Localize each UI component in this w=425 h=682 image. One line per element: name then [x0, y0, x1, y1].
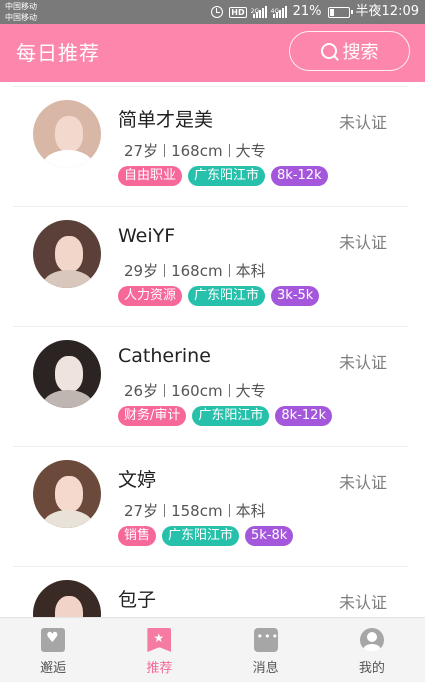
user-card[interactable]: 包子 未认证 — [0, 567, 425, 617]
verification-status: 未认证 — [339, 473, 388, 492]
user-name: WeiYF — [118, 225, 176, 247]
user-age: 27岁 — [124, 502, 159, 520]
location-tag: 广东阳江市 — [188, 286, 266, 306]
user-info: 26岁 160cm 大专 — [124, 380, 266, 401]
location-tag: 广东阳江市 — [192, 406, 270, 426]
user-age: 29岁 — [124, 262, 159, 280]
tag-list: 人力资源 广东阳江市 3k-5k — [118, 286, 320, 306]
nav-item-meet[interactable]: 邂逅 — [0, 618, 106, 682]
user-age: 26岁 — [124, 382, 159, 400]
nav-item-recommend[interactable]: 推荐 — [106, 618, 212, 682]
user-height: 168cm — [171, 141, 223, 160]
page-title: 每日推荐 — [16, 41, 100, 65]
user-card[interactable]: 简单才是美 未认证 27岁 168cm 大专 自由职业 广东阳江市 8k-12k — [0, 87, 425, 207]
user-education: 大专 — [235, 382, 266, 400]
nav-item-messages[interactable]: 消息 — [213, 618, 319, 682]
nav-label: 我的 — [358, 661, 385, 676]
hd-icon: HD — [229, 6, 247, 18]
user-info: 27岁 168cm 大专 — [124, 140, 266, 161]
user-name: 包子 — [118, 589, 157, 611]
user-education: 本科 — [235, 502, 266, 520]
carrier-2: 中国移动 — [5, 13, 37, 22]
search-icon — [320, 43, 337, 59]
salary-tag: 8k-12k — [271, 166, 328, 186]
user-name: 文婷 — [118, 469, 157, 491]
job-tag: 人力资源 — [118, 286, 183, 306]
user-card[interactable]: WeiYF 未认证 29岁 168cm 本科 人力资源 广东阳江市 3k-5k — [0, 207, 425, 327]
avatar[interactable] — [33, 340, 101, 408]
job-tag: 销售 — [118, 526, 157, 546]
user-education: 本科 — [235, 262, 266, 280]
user-card[interactable]: 文婷 未认证 27岁 158cm 本科 销售 广东阳江市 5k-8k — [0, 447, 425, 567]
user-name: Catherine — [118, 345, 211, 367]
user-education: 大专 — [235, 142, 266, 160]
nav-label: 邂逅 — [40, 661, 67, 676]
carrier-1: 中国移动 — [5, 2, 37, 11]
user-info: 27岁 158cm 本科 — [124, 500, 266, 521]
signal-icon-2: 4G — [270, 6, 287, 18]
tag-list: 自由职业 广东阳江市 8k-12k — [118, 166, 328, 186]
alarm-icon — [211, 6, 224, 18]
chat-bubble-icon — [253, 628, 279, 652]
verification-status: 未认证 — [339, 353, 388, 372]
verification-status: 未认证 — [339, 593, 388, 612]
carrier-info: 中国移动 中国移动 — [5, 1, 37, 23]
verification-status: 未认证 — [339, 113, 388, 132]
location-tag: 广东阳江市 — [162, 526, 240, 546]
avatar[interactable] — [33, 220, 101, 288]
user-card[interactable]: Catherine 未认证 26岁 160cm 大专 财务/审计 广东阳江市 8… — [0, 327, 425, 447]
star-bookmark-icon — [147, 628, 172, 652]
heart-card-icon — [41, 628, 66, 652]
salary-tag: 5k-8k — [245, 526, 294, 546]
nav-label: 消息 — [252, 661, 279, 676]
battery-percent: 21% — [292, 4, 322, 19]
user-avatar-icon — [359, 628, 384, 652]
recommendation-list[interactable]: 简单才是美 未认证 27岁 168cm 大专 自由职业 广东阳江市 8k-12k… — [0, 82, 425, 617]
battery-fill — [329, 8, 334, 16]
status-icons: HD 2G 4G 21% 半夜12:09 — [211, 3, 419, 21]
location-tag: 广东阳江市 — [188, 166, 266, 186]
salary-tag: 8k-12k — [275, 406, 332, 426]
job-tag: 自由职业 — [118, 166, 183, 186]
avatar[interactable] — [33, 580, 101, 617]
user-name: 简单才是美 — [118, 109, 214, 131]
user-info: 29岁 168cm 本科 — [124, 260, 266, 281]
job-tag: 财务/审计 — [118, 406, 187, 426]
tag-list: 销售 广东阳江市 5k-8k — [118, 526, 294, 546]
verification-status: 未认证 — [339, 233, 388, 252]
tag-list: 财务/审计 广东阳江市 8k-12k — [118, 406, 332, 426]
user-height: 168cm — [171, 261, 223, 280]
status-bar: 中国移动 中国移动 HD 2G 4G 21% 半夜12:09 — [0, 0, 425, 24]
search-label: 搜索 — [342, 42, 379, 63]
clock: 半夜12:09 — [355, 4, 419, 19]
user-age: 27岁 — [124, 142, 159, 160]
salary-tag: 3k-5k — [271, 286, 320, 306]
signal-icon-1: 2G — [250, 6, 267, 18]
network-type-2: 4G — [270, 8, 280, 15]
battery-icon — [327, 6, 353, 18]
avatar[interactable] — [33, 100, 101, 168]
user-height: 158cm — [171, 501, 223, 520]
app-header: 每日推荐 搜索 — [0, 24, 425, 82]
user-height: 160cm — [171, 381, 223, 400]
nav-item-me[interactable]: 我的 — [319, 618, 425, 682]
network-type-1: 2G — [250, 8, 260, 15]
nav-label: 推荐 — [146, 661, 173, 676]
bottom-nav: 邂逅 推荐 消息 我的 — [0, 617, 425, 682]
search-button[interactable]: 搜索 — [289, 31, 410, 71]
avatar[interactable] — [33, 460, 101, 528]
